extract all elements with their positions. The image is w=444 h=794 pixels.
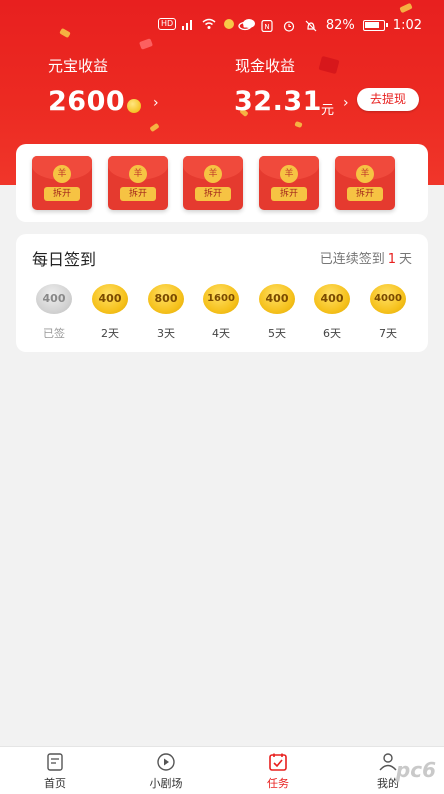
checkin-day-coin[interactable]: 1600 (203, 284, 239, 314)
tab-theater[interactable]: 小剧场 (136, 747, 196, 794)
checkin-day-coin[interactable]: 4000 (370, 284, 406, 314)
streak-prefix: 已连续签到 (319, 252, 385, 267)
eye-icon (238, 21, 252, 30)
checkin-day-coin[interactable]: 400 (314, 284, 350, 314)
battery-icon (362, 20, 388, 31)
clock-time: 1:02 (392, 18, 422, 33)
checkin-day-label: 4天 (212, 327, 230, 340)
cash-value: 32.31 (234, 86, 322, 117)
open-envelope-button[interactable]: 拆开 (195, 187, 231, 201)
yuanbao-label: 元宝收益 (48, 57, 109, 75)
checkin-streak: 已连续签到 1 天 (320, 248, 412, 267)
checkin-day-label: 2天 (101, 327, 119, 340)
red-envelope[interactable]: 羊拆开 (335, 156, 395, 210)
checkin-day-label: 5天 (268, 327, 286, 340)
checkin-title: 每日签到 (32, 250, 97, 269)
play-icon (157, 753, 175, 771)
red-envelope[interactable]: 羊拆开 (183, 156, 243, 210)
wifi-icon (202, 18, 216, 29)
envelope-seal-icon: 羊 (280, 165, 298, 183)
checkin-day-label: 已签 (43, 327, 65, 340)
watermark-logo: pc6 (395, 758, 436, 782)
open-envelope-button[interactable]: 拆开 (44, 187, 80, 201)
cash-chevron-icon[interactable]: › (343, 95, 349, 111)
checkin-day-label: 7天 (379, 327, 397, 340)
open-envelope-button[interactable]: 拆开 (271, 187, 307, 201)
checkin-day-coin[interactable]: 400 (36, 284, 72, 314)
checkin-day-label: 6天 (323, 327, 341, 340)
envelope-seal-icon: 羊 (53, 165, 71, 183)
streak-suffix: 天 (398, 252, 412, 267)
red-envelope[interactable]: 羊拆开 (108, 156, 168, 210)
alarm-icon (283, 20, 294, 32)
hd-icon: HD (158, 18, 177, 30)
tab-tasks-label: 任务 (267, 777, 289, 790)
tab-tasks[interactable]: 任务 (248, 747, 308, 794)
confetti-decoration (294, 120, 303, 129)
checkin-day-coin[interactable]: 400 (92, 284, 128, 314)
coin-icon (127, 99, 141, 113)
task-icon (269, 753, 287, 771)
confetti-decoration (149, 122, 160, 133)
bottom-tab-bar: 首页 小剧场 任务 我的 (0, 746, 444, 794)
red-envelope[interactable]: 羊拆开 (32, 156, 92, 210)
envelope-seal-icon: 羊 (204, 165, 222, 183)
battery-percent: 82% (325, 18, 355, 33)
open-envelope-button[interactable]: 拆开 (120, 187, 156, 201)
app-notification-icon (224, 19, 235, 29)
tab-home-label: 首页 (44, 777, 66, 790)
red-envelope[interactable]: 羊拆开 (259, 156, 319, 210)
checkin-day-label: 3天 (157, 327, 175, 340)
status-bar: HD N 82% 1:02 (0, 0, 444, 44)
tab-home[interactable]: 首页 (25, 747, 85, 794)
yuanbao-chevron-icon[interactable]: › (153, 95, 159, 111)
svg-text:N: N (264, 23, 269, 31)
tab-theater-label: 小剧场 (149, 777, 183, 790)
streak-days: 1 (387, 252, 396, 267)
signal-icon (182, 20, 193, 30)
nfc-icon: N (261, 19, 273, 32)
checkin-day-coin[interactable]: 400 (259, 284, 295, 314)
mute-icon (305, 20, 317, 31)
confetti-decoration (318, 55, 340, 75)
envelope-seal-icon: 羊 (356, 165, 374, 183)
yuanbao-value: 2600 (48, 86, 126, 117)
open-envelope-button[interactable]: 拆开 (347, 187, 383, 201)
envelope-seal-icon: 羊 (129, 165, 147, 183)
home-icon (47, 753, 63, 771)
cash-label: 现金收益 (235, 57, 296, 75)
cash-unit: 元 (321, 103, 335, 118)
withdraw-button[interactable]: 去提现 (357, 88, 419, 111)
checkin-day-coin[interactable]: 800 (148, 284, 184, 314)
